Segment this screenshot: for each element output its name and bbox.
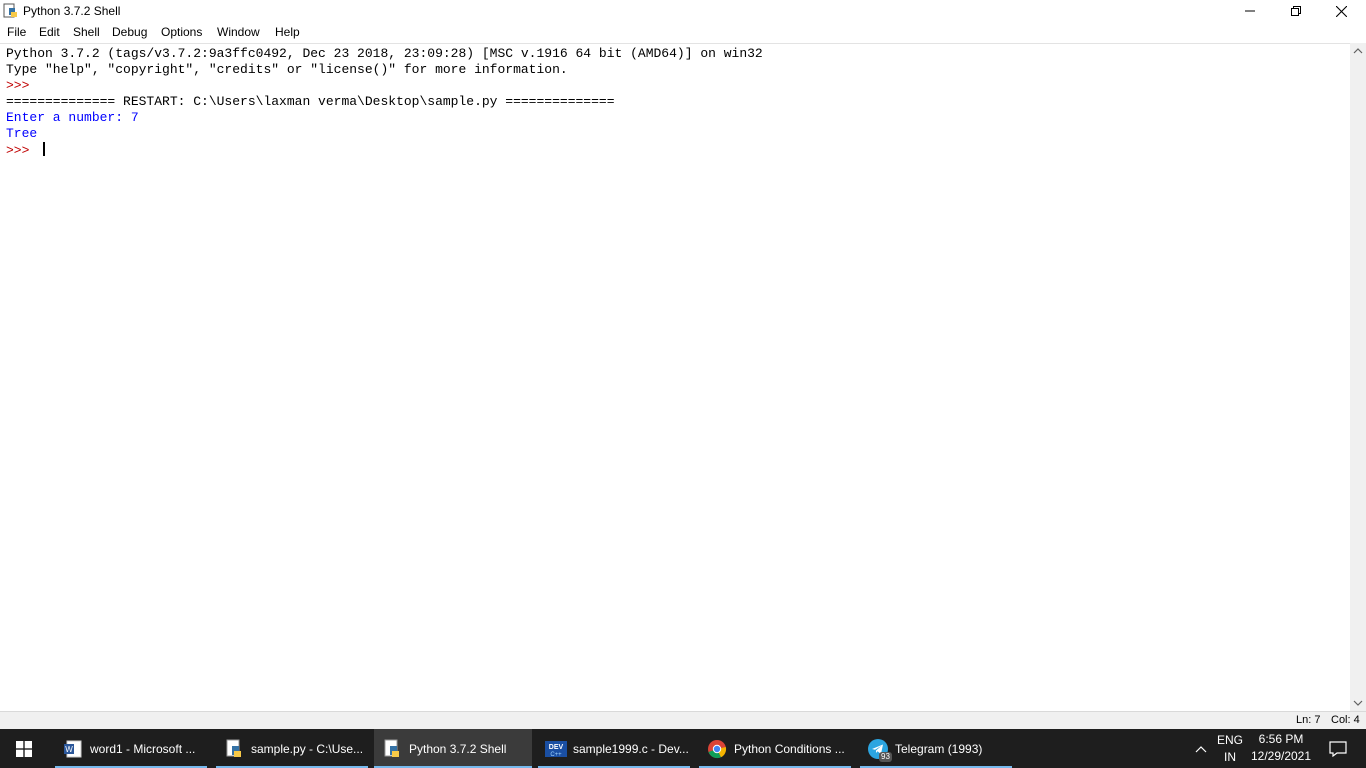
taskbar-item-label: Telegram (1993)	[895, 741, 983, 756]
banner-line-1: Python 3.7.2 (tags/v3.7.2:9a3ffc0492, De…	[6, 46, 763, 61]
status-bar: Ln: 7 Col: 4	[0, 711, 1366, 730]
action-center-button[interactable]	[1318, 729, 1358, 768]
shell-text-area[interactable]: Python 3.7.2 (tags/v3.7.2:9a3ffc0492, De…	[0, 43, 1350, 712]
taskbar-item-devcpp[interactable]: DEV C++ sample1999.c - Dev...	[538, 729, 690, 768]
minimize-button[interactable]	[1227, 0, 1273, 22]
chevron-up-icon	[1195, 745, 1207, 752]
stdout-input-line: Enter a number: 7	[6, 110, 139, 125]
svg-text:DEV: DEV	[549, 744, 564, 751]
banner-line-2: Type "help", "copyright", "credits" or "…	[6, 62, 568, 77]
python-shell-icon	[381, 738, 403, 760]
shell-prompt: >>>	[6, 143, 38, 158]
window-title: Python 3.7.2 Shell	[23, 4, 121, 18]
menu-debug[interactable]: Debug	[112, 25, 147, 39]
notification-icon	[1329, 740, 1347, 757]
taskbar-item-label: Python 3.7.2 Shell	[409, 741, 507, 756]
show-hidden-icons-button[interactable]	[1190, 729, 1212, 768]
scroll-up-icon[interactable]	[1350, 43, 1366, 59]
region-code: IN	[1224, 750, 1236, 764]
menu-help[interactable]: Help	[275, 25, 300, 39]
telegram-icon: 93	[867, 738, 892, 762]
clock-date: 12/29/2021	[1250, 749, 1312, 763]
menu-shell[interactable]: Shell	[73, 25, 100, 39]
taskbar-item-chrome[interactable]: Python Conditions ...	[699, 729, 851, 768]
chrome-icon	[706, 738, 728, 760]
start-button[interactable]	[0, 729, 48, 768]
stdout-output-line: Tree	[6, 126, 38, 141]
close-button[interactable]	[1318, 0, 1364, 22]
title-bar: Python 3.7.2 Shell	[0, 0, 1366, 22]
taskbar-item-sample-py[interactable]: sample.py - C:\Use...	[216, 729, 368, 768]
taskbar-item-label: word1 - Microsoft ...	[90, 741, 196, 756]
word-icon: W	[62, 738, 84, 760]
svg-text:C++: C++	[550, 752, 562, 758]
menu-file[interactable]: File	[7, 25, 26, 39]
svg-text:W: W	[65, 745, 73, 754]
taskbar-item-telegram[interactable]: 93 Telegram (1993)	[860, 729, 1012, 768]
scroll-down-icon[interactable]	[1350, 695, 1366, 711]
clock[interactable]: 6:56 PM 12/29/2021	[1250, 729, 1312, 768]
vertical-scrollbar[interactable]	[1350, 43, 1366, 711]
status-line: Ln: 7	[1296, 714, 1321, 726]
shell-prompt: >>>	[6, 78, 38, 93]
menu-window[interactable]: Window	[217, 25, 260, 39]
taskbar-item-python-shell[interactable]: Python 3.7.2 Shell	[374, 729, 532, 768]
status-column: Col: 4	[1331, 714, 1360, 726]
taskbar-item-label: sample1999.c - Dev...	[573, 741, 689, 756]
taskbar-item-word[interactable]: W word1 - Microsoft ...	[55, 729, 207, 768]
taskbar-item-label: sample.py - C:\Use...	[251, 741, 364, 756]
python-file-icon	[223, 738, 245, 760]
menu-bar: File Edit Shell Debug Options Window Hel…	[0, 22, 1366, 42]
menu-edit[interactable]: Edit	[39, 25, 60, 39]
text-caret	[43, 142, 45, 156]
windows-logo-icon	[16, 740, 32, 757]
telegram-badge: 93	[879, 751, 892, 762]
devcpp-icon: DEV C++	[545, 738, 567, 760]
restore-button[interactable]	[1273, 0, 1319, 22]
taskbar: W word1 - Microsoft ... sample.py - C:\U…	[0, 729, 1366, 768]
restart-line: ============== RESTART: C:\Users\laxman …	[6, 94, 615, 109]
python-idle-icon[interactable]	[3, 3, 19, 19]
language-indicator[interactable]: ENG IN	[1214, 729, 1246, 768]
current-prompt-line[interactable]: >>>	[6, 142, 45, 158]
taskbar-item-label: Python Conditions ...	[734, 741, 845, 756]
menu-options[interactable]: Options	[161, 25, 202, 39]
language-code: ENG	[1216, 733, 1243, 747]
clock-time: 6:56 PM	[1258, 732, 1304, 746]
